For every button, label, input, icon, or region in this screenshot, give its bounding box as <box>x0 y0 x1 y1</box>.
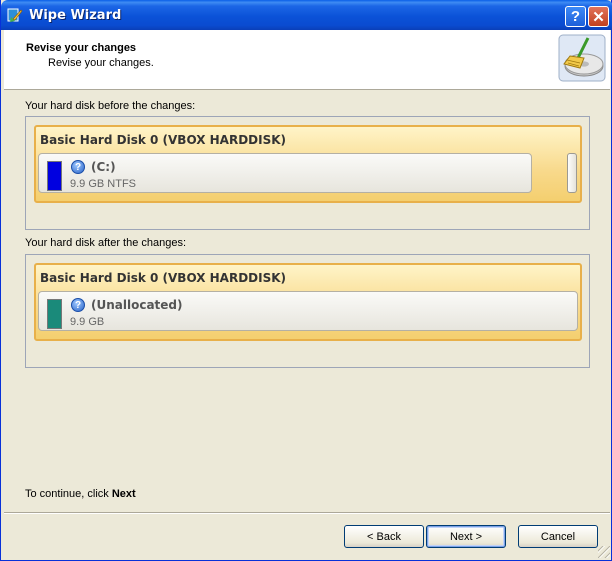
window-title: Wipe Wizard <box>29 8 122 23</box>
question-icon: ? <box>71 298 85 312</box>
after-group: Basic Hard Disk 0 (VBOX HARDDISK) ? (Una… <box>25 254 590 368</box>
partition-color-swatch <box>47 299 62 329</box>
partition-size: 9.9 GB NTFS <box>70 178 137 190</box>
before-partition-c[interactable]: ? (C:) 9.9 GB NTFS <box>38 153 532 193</box>
cancel-button[interactable]: Cancel <box>518 525 598 548</box>
close-icon: ✕ <box>592 8 605 26</box>
after-partition-unallocated[interactable]: ? (Unallocated) 9.9 GB <box>38 291 578 331</box>
before-disk-title: Basic Hard Disk 0 (VBOX HARDDISK) <box>40 133 287 147</box>
partition-color-swatch <box>47 161 62 191</box>
after-label: Your hard disk after the changes: <box>25 237 187 249</box>
help-icon: ? <box>570 8 581 25</box>
partition-scroll-stub[interactable] <box>567 153 577 193</box>
partition-name: (C:) <box>91 160 116 174</box>
disk-broom-icon <box>558 34 606 82</box>
wizard-header: Revise your changes Revise your changes. <box>4 30 610 90</box>
help-button[interactable]: ? <box>565 6 586 27</box>
page-title: Revise your changes <box>26 42 137 54</box>
before-disk-panel[interactable]: Basic Hard Disk 0 (VBOX HARDDISK) ? (C:)… <box>34 125 582 203</box>
next-hint-bold: Next <box>111 488 136 500</box>
after-disk-panel[interactable]: Basic Hard Disk 0 (VBOX HARDDISK) ? (Una… <box>34 263 582 341</box>
before-group: Basic Hard Disk 0 (VBOX HARDDISK) ? (C:)… <box>25 116 590 230</box>
wipe-wizard-window: Wipe Wizard ? ✕ Revise your changes Revi… <box>0 0 612 561</box>
after-disk-title: Basic Hard Disk 0 (VBOX HARDDISK) <box>40 271 287 285</box>
continue-hint: To continue, click Next <box>25 488 136 500</box>
resize-grip-icon[interactable] <box>598 546 610 558</box>
footer-divider <box>4 512 610 514</box>
close-button[interactable]: ✕ <box>588 6 609 27</box>
partition-size: 9.9 GB <box>70 316 105 328</box>
next-button[interactable]: Next > <box>426 525 506 548</box>
question-icon: ? <box>71 160 85 174</box>
page-subtitle: Revise your changes. <box>48 57 154 69</box>
partition-name: (Unallocated) <box>91 298 183 312</box>
titlebar[interactable]: Wipe Wizard ? ✕ <box>1 0 612 30</box>
before-label: Your hard disk before the changes: <box>25 100 196 112</box>
wizard-app-icon <box>7 8 23 22</box>
back-button[interactable]: < Back <box>344 525 424 548</box>
